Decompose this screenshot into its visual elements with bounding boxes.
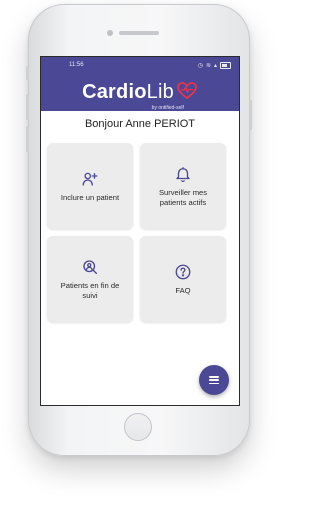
question-icon — [175, 264, 191, 280]
tile-label: Surveiller mes patients actifs — [158, 188, 208, 207]
tile-end-of-followup[interactable]: Patients en fin de suivi — [47, 236, 133, 322]
volume-down-button — [26, 126, 29, 152]
signal-icon: ▴ — [213, 62, 217, 69]
power-button — [249, 100, 252, 130]
status-time: 11:56 — [69, 62, 84, 68]
mute-switch — [26, 66, 29, 80]
tile-label: Inclure un patient — [60, 192, 120, 202]
status-icons: ◷ ≋ ▴ — [197, 61, 231, 69]
wifi-icon: ≋ — [205, 62, 211, 69]
home-button[interactable] — [124, 413, 152, 441]
status-bar: 11:56 ◷ ≋ ▴ — [41, 57, 239, 73]
app-screen: 11:56 ◷ ≋ ▴ CardioLib by ontified-self B… — [40, 56, 240, 406]
earpiece-speaker — [119, 31, 159, 35]
menu-icon — [209, 376, 219, 384]
greeting-text: Bonjour Anne PERIOT — [84, 118, 196, 130]
action-grid: Inclure un patient Surveiller mes patien… — [47, 143, 233, 322]
tile-label: Patients en fin de suivi — [60, 281, 120, 300]
brand-logo: CardioLib by ontified-self — [82, 81, 198, 111]
brand-name-bold: Cardio — [82, 80, 147, 103]
brand-subtitle: by ontified-self — [151, 104, 184, 111]
bell-icon — [176, 167, 190, 183]
search-user-icon — [83, 260, 98, 275]
app-header: CardioLib by ontified-self — [41, 73, 239, 111]
add-user-icon — [82, 172, 98, 186]
volume-up-button — [26, 94, 29, 120]
brand-name-light: Lib — [146, 80, 174, 103]
alarm-icon: ◷ — [197, 62, 203, 69]
brand-name: CardioLib — [82, 81, 174, 104]
tile-monitor-patients[interactable]: Surveiller mes patients actifs — [140, 143, 226, 229]
front-camera — [107, 30, 113, 36]
phone-frame: 11:56 ◷ ≋ ▴ CardioLib by ontified-self B… — [26, 4, 252, 456]
heart-logo-icon — [177, 82, 197, 100]
tile-label: FAQ — [175, 285, 191, 295]
tile-faq[interactable]: FAQ — [140, 236, 226, 322]
tile-include-patient[interactable]: Inclure un patient — [47, 143, 133, 229]
menu-button[interactable] — [199, 365, 229, 395]
battery-icon — [220, 61, 231, 69]
